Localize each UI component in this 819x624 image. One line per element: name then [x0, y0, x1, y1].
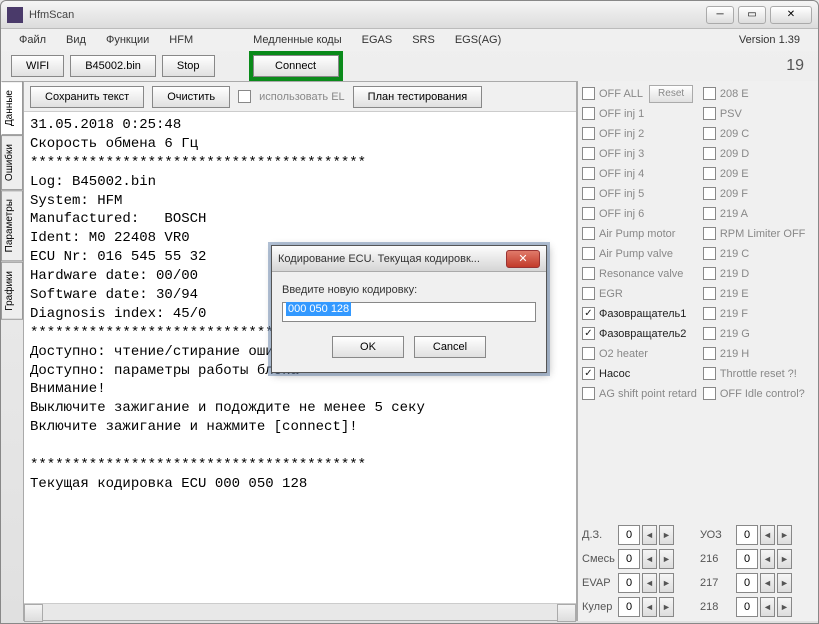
spinner-216[interactable]: 2160◄►	[700, 549, 814, 569]
coding-input[interactable]: 000 050 128	[282, 302, 536, 322]
menu-egsag[interactable]: EGS(AG)	[445, 32, 511, 48]
check-psv[interactable]: PSV	[703, 105, 814, 122]
use-el-label: использовать EL	[259, 91, 345, 103]
check--1[interactable]: Фазовращатель1	[582, 305, 697, 322]
save-text-button[interactable]: Сохранить текст	[30, 86, 144, 108]
check-off-inj-6[interactable]: OFF inj 6	[582, 205, 697, 222]
menu-srs[interactable]: SRS	[402, 32, 445, 48]
check-219-c[interactable]: 219 C	[703, 245, 814, 262]
check-off-inj-4[interactable]: OFF inj 4	[582, 165, 697, 182]
spinner-218[interactable]: 2180◄►	[700, 597, 814, 617]
wifi-button[interactable]: WIFI	[11, 55, 64, 77]
check-208-e[interactable]: 208 E	[703, 85, 814, 102]
menu-functions[interactable]: Функции	[96, 32, 159, 48]
spinner-Смесь[interactable]: Смесь0◄►	[582, 549, 696, 569]
check-219-a[interactable]: 219 A	[703, 205, 814, 222]
menu-hfm[interactable]: HFM	[159, 32, 203, 48]
vertical-tabs: Данные Ошибки Параметры Графики	[1, 81, 23, 621]
connect-button[interactable]: Connect	[253, 55, 339, 77]
check-off-inj-3[interactable]: OFF inj 3	[582, 145, 697, 162]
ok-button[interactable]: OK	[332, 336, 404, 358]
dialog-close-button[interactable]: ✕	[506, 250, 540, 268]
app-icon	[7, 7, 23, 23]
ecu-coding-dialog: Кодирование ECU. Текущая кодировк... ✕ В…	[271, 245, 547, 373]
menu-slowcodes[interactable]: Медленные коды	[243, 32, 351, 48]
spinner-Кулер[interactable]: Кулер0◄►	[582, 597, 696, 617]
menu-file[interactable]: Файл	[9, 32, 56, 48]
check-219-d[interactable]: 219 D	[703, 265, 814, 282]
check-throttle-reset-[interactable]: Throttle reset ?!	[703, 365, 814, 382]
check--[interactable]: Насос	[582, 365, 697, 382]
minimize-button[interactable]: ─	[706, 6, 734, 24]
use-el-checkbox[interactable]	[238, 90, 251, 103]
tab-data[interactable]: Данные	[1, 81, 23, 135]
check-off-idle-control-[interactable]: OFF Idle control?	[703, 385, 814, 402]
window-title: HfmScan	[29, 9, 706, 21]
file-button[interactable]: B45002.bin	[70, 55, 156, 77]
check-219-g[interactable]: 219 G	[703, 325, 814, 342]
check-rpm-limiter-off[interactable]: RPM Limiter OFF	[703, 225, 814, 242]
spinner-217[interactable]: 2170◄►	[700, 573, 814, 593]
clear-button[interactable]: Очистить	[152, 86, 230, 108]
titlebar: HfmScan ─ ▭ ✕	[1, 1, 818, 29]
tab-errors[interactable]: Ошибки	[1, 135, 23, 190]
maximize-button[interactable]: ▭	[738, 6, 766, 24]
check--2[interactable]: Фазовращатель2	[582, 325, 697, 342]
check-209-c[interactable]: 209 C	[703, 125, 814, 142]
dialog-label: Введите новую кодировку:	[282, 284, 536, 296]
check-219-f[interactable]: 219 F	[703, 305, 814, 322]
dialog-title: Кодирование ECU. Текущая кодировк...	[278, 253, 506, 265]
check-219-e[interactable]: 219 E	[703, 285, 814, 302]
connect-highlight: Connect	[249, 51, 343, 81]
check-off-all[interactable]: OFF ALLReset	[582, 85, 697, 102]
spinner-EVAP[interactable]: EVAP0◄►	[582, 573, 696, 593]
menu-egas[interactable]: EGAS	[352, 32, 403, 48]
version-label: Version 1.39	[729, 32, 810, 48]
cancel-button[interactable]: Cancel	[414, 336, 486, 358]
check-resonance-valve[interactable]: Resonance valve	[582, 265, 697, 282]
check-egr[interactable]: EGR	[582, 285, 697, 302]
check-219-h[interactable]: 219 H	[703, 345, 814, 362]
spinner-Д.З.[interactable]: Д.З.0◄►	[582, 525, 696, 545]
stop-button[interactable]: Stop	[162, 55, 215, 77]
close-button[interactable]: ✕	[770, 6, 812, 24]
tab-graphs[interactable]: Графики	[1, 262, 23, 320]
menubar: Файл Вид Функции HFM Медленные коды EGAS…	[1, 29, 818, 51]
check-209-d[interactable]: 209 D	[703, 145, 814, 162]
check-off-inj-5[interactable]: OFF inj 5	[582, 185, 697, 202]
check-o2-heater[interactable]: O2 heater	[582, 345, 697, 362]
check-air-pump-valve[interactable]: Air Pump valve	[582, 245, 697, 262]
side-panel: OFF ALLReset OFF inj 1 OFF inj 2 OFF inj 3 O…	[577, 81, 818, 621]
spinner-УОЗ[interactable]: УОЗ0◄►	[700, 525, 814, 545]
check-209-e[interactable]: 209 E	[703, 165, 814, 182]
h-scrollbar[interactable]	[24, 603, 576, 620]
check-air-pump-motor[interactable]: Air Pump motor	[582, 225, 697, 242]
test-plan-button[interactable]: План тестирования	[353, 86, 483, 108]
toolbar: WIFI B45002.bin Stop Connect 19	[1, 51, 818, 81]
menu-view[interactable]: Вид	[56, 32, 96, 48]
counter: 19	[786, 57, 808, 75]
check-209-f[interactable]: 209 F	[703, 185, 814, 202]
check-ag-shift-point-retard[interactable]: AG shift point retard	[582, 385, 697, 402]
check-off-inj-1[interactable]: OFF inj 1	[582, 105, 697, 122]
check-off-inj-2[interactable]: OFF inj 2	[582, 125, 697, 142]
tab-params[interactable]: Параметры	[1, 190, 23, 261]
reset-button[interactable]: Reset	[649, 85, 693, 103]
